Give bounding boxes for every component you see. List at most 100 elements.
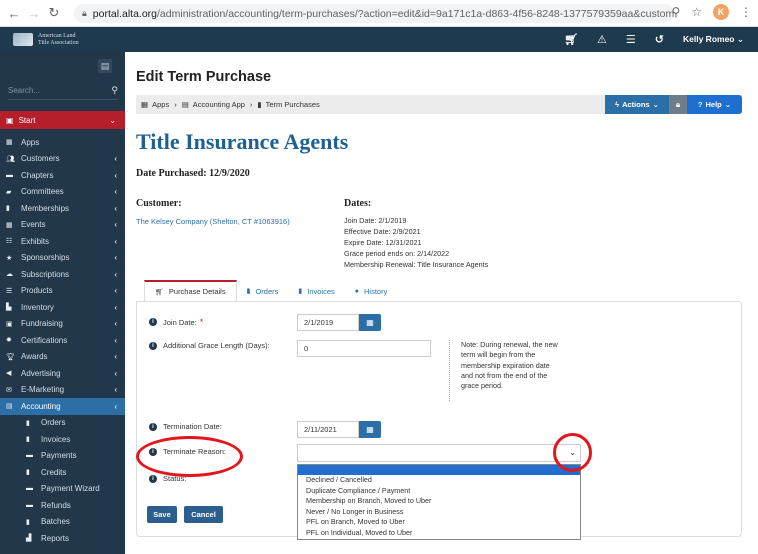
membership-renewal-text: Membership Renewal: Title Insurance Agen…	[344, 259, 489, 269]
sidebar-item-chapters[interactable]: ▬ Chapters ‹	[0, 167, 125, 184]
cloud-icon: ☁	[6, 271, 13, 279]
breadcrumb-apps[interactable]: Apps	[152, 100, 169, 109]
dropdown-option[interactable]: Membership on Branch, Moved to Uber	[298, 496, 580, 507]
sidebar-subitem-payment-wizard[interactable]: ▬ Payment Wizard	[0, 481, 125, 498]
sidebar-subitem-orders[interactable]: ▮ Orders	[0, 415, 125, 432]
start-label: Start	[18, 115, 36, 125]
sidebar-item-certifications[interactable]: ✹ Certifications ‹	[0, 332, 125, 349]
customer-link[interactable]: The Kelsey Company (Shelton, CT #1063916…	[136, 217, 290, 226]
sidebar-item-label: Fundraising	[21, 319, 63, 329]
sidebar-item-label: Certifications	[21, 335, 68, 345]
tab-purchase-details[interactable]: 🛒︎ Purchase Details	[144, 280, 237, 302]
calendar-icon[interactable]: ▦	[359, 421, 381, 438]
actions-label: Actions	[622, 100, 650, 109]
sidebar-subitem-credits[interactable]: ▮ Credits	[0, 464, 125, 481]
sidebar-item-apps[interactable]: ▦ Apps	[0, 134, 125, 151]
tab-orders[interactable]: ▮ Orders	[237, 280, 289, 302]
reload-icon[interactable]: ↻	[44, 5, 64, 21]
join-date-input[interactable]: 2/1/2019	[297, 314, 359, 331]
sidebar-subitem-refunds[interactable]: ▬ Refunds	[0, 497, 125, 514]
terminate-reason-select[interactable]: ⌄	[297, 444, 581, 462]
breadcrumb-term-purchases[interactable]: Term Purchases	[266, 100, 320, 109]
grace-length-input[interactable]: 0	[297, 340, 431, 357]
sidebar-item-e-marketing[interactable]: ✉ E-Marketing ‹	[0, 382, 125, 399]
forward-icon[interactable]: →	[24, 6, 44, 21]
sidebar-item-advertising[interactable]: ◀ Advertising ‹	[0, 365, 125, 382]
sidebar-item-label: Chapters	[21, 170, 54, 180]
sidebar-item-inventory[interactable]: ▙ Inventory ‹	[0, 299, 125, 316]
tab-invoices[interactable]: ▮ Invoices	[288, 280, 344, 302]
join-date-text: Join Date: 2/1/2019	[344, 216, 407, 225]
dropdown-option[interactable]: Duplicate Compliance / Payment	[298, 486, 580, 497]
chapters-icon: ▬	[6, 171, 13, 179]
dropdown-option[interactable]: Declined / Cancelled	[298, 475, 580, 486]
sidebar-item-events[interactable]: ▦ Events ‹	[0, 217, 125, 234]
sidebar-start[interactable]: ▣ Start ⌄	[0, 111, 125, 129]
back-icon[interactable]: ←	[4, 6, 24, 21]
sidebar-subitem-payments[interactable]: ▬ Payments	[0, 448, 125, 465]
tab-label: History	[363, 286, 388, 296]
save-button[interactable]: Save	[147, 506, 177, 523]
sidebar-toggle-icon[interactable]: ▤	[98, 59, 112, 73]
help-button[interactable]: ? Help ⌄	[687, 95, 742, 114]
actions-button[interactable]: ϟ Actions ⌄	[605, 95, 669, 114]
sidebar-subitem-reports[interactable]: ▟ Reports	[0, 530, 125, 547]
browser-toolbar: ← → ↻ 🔒︎ portal.alta.org/administration/…	[0, 0, 758, 27]
zoom-icon[interactable]: ⚲	[671, 5, 680, 19]
sidebar-item-committees[interactable]: ▰ Committees ‹	[0, 184, 125, 201]
profile-avatar[interactable]: K	[713, 4, 729, 20]
sidebar-subitem-label: Credits	[41, 467, 67, 477]
bookmark-star-icon[interactable]: ☆	[691, 5, 702, 19]
note-line: and not from the end of the	[461, 370, 548, 380]
sidebar-item-memberships[interactable]: ▮ Memberships ‹	[0, 200, 125, 217]
dropdown-option-blank[interactable]	[298, 465, 580, 475]
sidebar-item-awards[interactable]: 🏆︎ Awards ‹	[0, 349, 125, 366]
address-bar[interactable]: 🔒︎ portal.alta.org/administration/accoun…	[74, 4, 674, 23]
star-icon: ★	[6, 254, 13, 262]
chevron-left-icon: ‹	[114, 269, 117, 279]
status-label-text: Status:	[163, 474, 187, 483]
tasks-icon[interactable]: ☰	[626, 33, 636, 46]
tab-label: Purchase Details	[168, 287, 226, 296]
sidebar-item-subscriptions[interactable]: ☁ Subscriptions ‹	[0, 266, 125, 283]
lock-button[interactable]: 🔒︎	[669, 95, 687, 114]
sidebar-item-fundraising[interactable]: ▣ Fundraising ‹	[0, 316, 125, 333]
dropdown-option[interactable]: Never / No Longer in Business	[298, 507, 580, 518]
browser-menu-icon[interactable]: ⋮	[740, 5, 752, 19]
sidebar-item-label: Subscriptions	[21, 269, 70, 279]
info-icon: i	[149, 447, 157, 456]
purchase-details-panel: i Join Date: * 2/1/2019 ▦ i Additional Grac…	[136, 301, 742, 540]
sidebar-item-accounting[interactable]: ▤ Accounting ‹	[0, 398, 125, 415]
start-icon: ▣	[6, 115, 14, 125]
sidebar-item-products[interactable]: ☰ Products ‹	[0, 283, 125, 300]
alert-icon[interactable]: ⚠︎	[597, 33, 607, 46]
products-icon: ☰	[6, 287, 13, 295]
sidebar-item-customers[interactable]: 👥︎ Customers ‹	[0, 151, 125, 168]
tab-history[interactable]: ● History	[345, 280, 398, 302]
search-input[interactable]: Search...	[8, 86, 40, 95]
sidebar-subitem-batches[interactable]: ▮ Batches	[0, 514, 125, 531]
user-menu[interactable]: Kelly Romeo ⌄	[683, 34, 744, 45]
sidebar-item-exhibits[interactable]: ☷ Exhibits ‹	[0, 233, 125, 250]
cancel-button[interactable]: Cancel	[184, 506, 223, 523]
user-name: Kelly Romeo	[683, 34, 735, 44]
sidebar-subitem-invoices[interactable]: ▮ Invoices	[0, 431, 125, 448]
dropdown-option[interactable]: PFL on Branch, Moved to Uber	[298, 517, 580, 528]
chevron-down-icon[interactable]: ⌄	[569, 448, 576, 457]
alta-logo[interactable]: American Land Title Association	[13, 30, 111, 49]
history-icon[interactable]: ↺	[655, 33, 664, 46]
sidebar-item-sponsorships[interactable]: ★ Sponsorships ‹	[0, 250, 125, 267]
cart-icon[interactable]: 🛒︎	[564, 33, 578, 46]
sidebar-subitem-label: Reports	[41, 533, 70, 543]
sidebar-search[interactable]: Search... ⚲	[8, 82, 118, 100]
calendar-icon[interactable]: ▦	[359, 314, 381, 331]
breadcrumb-accounting[interactable]: Accounting App	[193, 100, 245, 109]
tab-label: Invoices	[307, 286, 335, 296]
breadcrumb: ▦ Apps › ▤ Accounting App › ▮ Term Purch…	[136, 95, 742, 114]
dropdown-option[interactable]: PFL on Individual, Moved to Uber	[298, 528, 580, 539]
megaphone-icon: ◀	[6, 370, 12, 378]
termination-date-input[interactable]: 2/11/2021	[297, 421, 359, 438]
sidebar-subitem-label: Payment Wizard	[41, 484, 100, 494]
sidebar-menu: ▦ Apps 👥︎ Customers ‹ ▬ Chapters ‹ ▰ Committee…	[0, 134, 125, 547]
search-icon[interactable]: ⚲	[111, 85, 118, 96]
